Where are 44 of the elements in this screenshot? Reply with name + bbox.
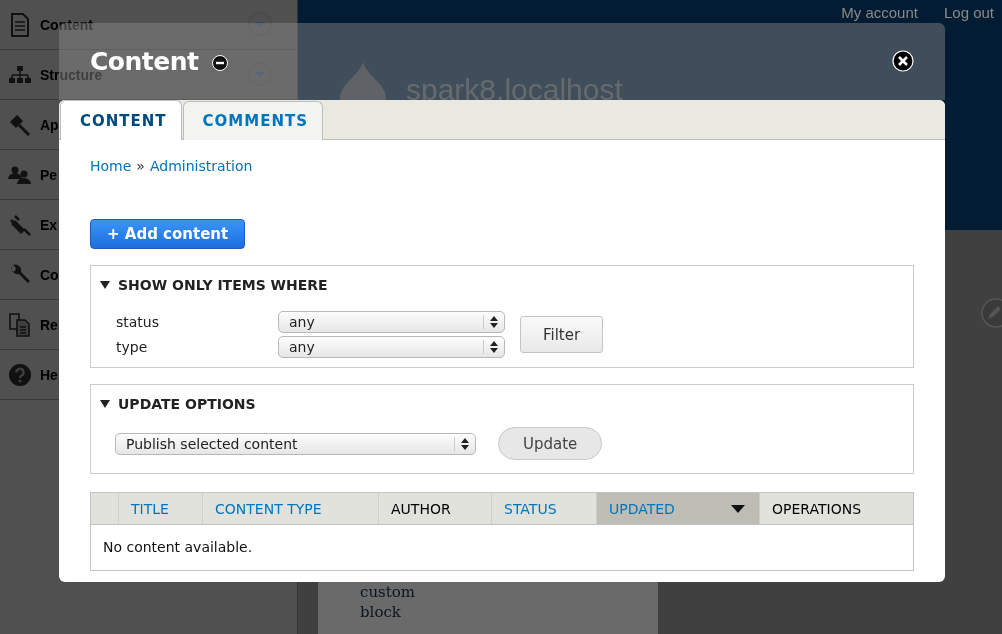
collapse-triangle-icon[interactable] xyxy=(100,280,110,290)
column-header[interactable]: TITLE xyxy=(118,493,202,524)
sidebar-item[interactable]: Ap xyxy=(40,116,59,133)
sidebar-item[interactable]: He xyxy=(40,366,58,383)
document-icon xyxy=(10,12,30,37)
block-link[interactable]: custom block xyxy=(360,582,430,622)
fieldset-legend[interactable]: UPDATE OPTIONS xyxy=(118,396,256,412)
header-link[interactable]: Log out xyxy=(943,4,994,21)
add-content-button[interactable]: + Add content xyxy=(90,219,246,249)
fieldset-legend[interactable]: SHOW ONLY ITEMS WHERE xyxy=(118,277,328,293)
minus-icon[interactable] xyxy=(212,54,229,71)
sidebar-item[interactable]: Co xyxy=(40,266,59,283)
header-link[interactable]: My account xyxy=(841,4,918,21)
breadcrumb-link[interactable]: Administration xyxy=(149,156,253,176)
people-icon xyxy=(8,165,32,184)
filter-label: type xyxy=(116,339,149,355)
column-header[interactable]: UPDATED xyxy=(596,493,759,524)
breadcrumb-link[interactable]: Home xyxy=(90,156,132,176)
help-icon xyxy=(9,363,31,386)
close-icon[interactable] xyxy=(892,50,914,72)
plug-icon xyxy=(9,213,31,236)
tab[interactable]: COMMENTS xyxy=(182,101,324,140)
reports-icon xyxy=(9,312,31,337)
sidebar-item[interactable]: Re xyxy=(40,316,58,333)
sidebar-item[interactable]: Ex xyxy=(40,216,58,233)
wrench-icon xyxy=(9,263,31,286)
sidebar-item[interactable]: Pe xyxy=(40,166,58,183)
column-header: OPERATIONS xyxy=(759,493,913,524)
filter-label: status xyxy=(116,314,161,330)
filter-select[interactable]: any xyxy=(278,311,505,333)
filter-button[interactable]: Filter xyxy=(520,316,604,353)
tab[interactable]: CONTENT xyxy=(60,100,182,140)
collapse-triangle-icon[interactable] xyxy=(100,399,110,409)
column-header: AUTHOR xyxy=(378,493,491,524)
sort-descending-icon xyxy=(731,504,745,513)
empty-message: No content available. xyxy=(102,538,254,557)
paintbrush-icon xyxy=(9,113,31,136)
breadcrumb-separator: » xyxy=(136,157,145,176)
update-button[interactable]: Update xyxy=(498,427,603,460)
filter-select[interactable]: any xyxy=(278,336,505,358)
sitemap-icon xyxy=(9,65,31,84)
action-select[interactable]: Publish selected content xyxy=(115,432,476,455)
sidebar-item[interactable]: Content xyxy=(40,16,93,33)
column-header[interactable]: CONTENT TYPE xyxy=(202,493,378,524)
